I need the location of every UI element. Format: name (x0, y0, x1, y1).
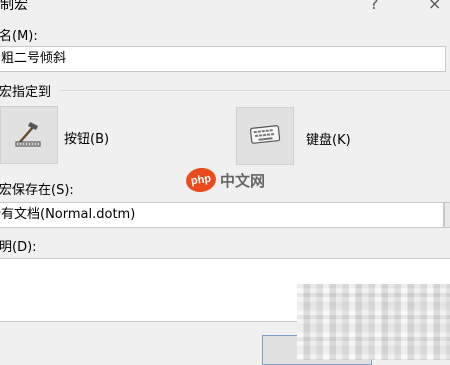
store-macro-in-dropdown-button[interactable] (444, 202, 450, 228)
macro-name-label: 宏名(M): (0, 29, 38, 44)
toolbar-button-hammer-icon (12, 116, 46, 154)
watermark-badge: php (184, 166, 218, 194)
assign-macro-to-label: 将宏指定到 (0, 85, 52, 100)
dialog-title: 录制宏 (0, 0, 28, 13)
assign-button-button[interactable] (0, 106, 58, 164)
macro-name-input[interactable]: 加粗二号倾斜 (0, 46, 446, 72)
help-button[interactable]: ? (370, 0, 379, 13)
pixelated-overlay (297, 284, 450, 360)
description-label: 说明(D): (0, 240, 37, 255)
store-macro-in-select[interactable]: 所有文档(Normal.dotm) (0, 202, 444, 228)
close-button[interactable]: × (428, 0, 441, 13)
store-macro-in-label: 将宏保存在(S): (0, 183, 74, 198)
assign-separator (60, 90, 450, 91)
assign-keyboard-button[interactable] (236, 107, 294, 165)
watermark: php 中文网 (184, 166, 266, 194)
assign-keyboard-label[interactable]: 键盘(K) (306, 129, 351, 148)
macro-name-value: 加粗二号倾斜 (0, 51, 67, 66)
keyboard-icon (248, 121, 282, 151)
store-macro-in-value: 所有文档(Normal.dotm) (0, 207, 136, 222)
watermark-text: 中文网 (220, 171, 266, 190)
assign-button-label[interactable]: 按钮(B) (64, 128, 109, 147)
